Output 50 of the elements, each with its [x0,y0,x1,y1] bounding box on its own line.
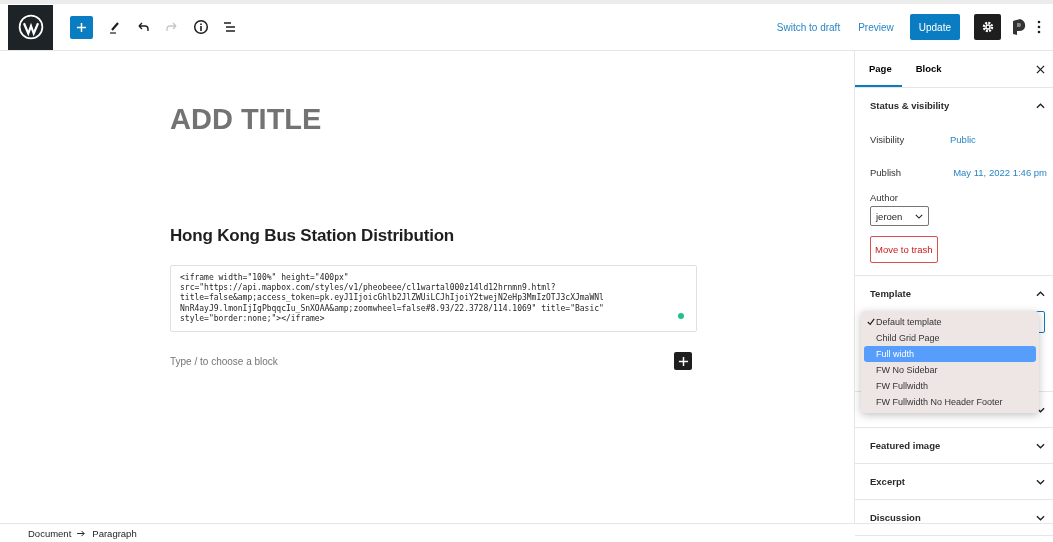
chevron-icon[interactable] [1036,442,1045,449]
template-option[interactable]: Default template [864,314,1036,330]
template-option[interactable]: FW Fullwidth No Header Footer [864,394,1036,410]
sidebar-tab[interactable]: Block [901,51,952,87]
list-view-icon[interactable] [222,19,238,35]
heading: Hong Kong Bus Station Distribution [170,226,456,246]
sidebar-tab[interactable]: Page [855,51,902,87]
chevron-icon [915,213,923,219]
chevron-icon[interactable] [1036,406,1045,413]
code-text: <iframe width="100%" height="400px" src="https://api.mapbox.com/styles/v1/pheobeee/cl1wartal000z14ld12hrnmn9.html? title=false&amp;access_token=pk.eyJ1IjoicGhlb2JlZWUiLCJhIjoiY2twejN2eHp3MmIzOTJ3cXJmaWNl NnR4ayJ9.lmonIjIgPbqqcIu_SnXOAA&amp;zoomwheel=false#8.93/22.3728/114.1069" title="Basic" style="border:none;"></iframe> [180,273,604,324]
field-label: Publish [870,167,903,178]
panel-title[interactable]: Featured image [870,440,941,451]
plus-icon [76,21,87,33]
html-code-block[interactable] [170,265,697,332]
template-option[interactable]: Child Grid Page [864,330,1036,346]
plugin-logo-icon[interactable] [1011,18,1027,36]
arrow-icon [77,529,87,537]
publish-date-link[interactable]: May 11, 2022 1:46 pm [953,167,1047,178]
title-placeholder[interactable]: ADD TITLE [170,103,697,136]
more-options-icon[interactable] [1037,19,1041,35]
breadcrumb-link[interactable]: Paragraph [92,527,137,539]
panel-title[interactable]: Discussion [870,512,921,523]
template-option[interactable]: FW No Sidebar [864,362,1036,378]
update-button[interactable]: Update [909,14,960,40]
chevron-icon[interactable] [1036,514,1045,521]
plus-icon [677,355,689,367]
panel-title[interactable]: Excerpt [870,476,905,487]
panel-title[interactable]: Template [870,288,911,299]
status-dot-icon [678,313,684,319]
panel-title[interactable]: Status & visibility [870,100,950,111]
wordpress-logo-button[interactable] [8,4,53,50]
field-label: Author [870,192,899,203]
visibility-link[interactable]: Public [950,134,976,145]
move-to-trash-button[interactable]: Move to trash [870,236,938,263]
chevron-icon[interactable] [1036,102,1045,109]
author-select[interactable]: jeroen [870,206,929,226]
settings-icon [980,20,995,34]
switch-to-draft-button[interactable]: Switch to draft [772,21,845,33]
settings-button[interactable] [974,14,1001,40]
breadcrumb-link[interactable]: Document [28,527,72,539]
info-icon[interactable] [193,19,209,35]
template-option[interactable]: FW Fullwidth [864,378,1036,394]
block-placeholder[interactable]: Type / to choose a block [170,355,278,367]
chevron-icon[interactable] [1036,290,1045,297]
add-block-button[interactable] [674,352,692,370]
preview-button[interactable]: Preview [854,21,898,33]
close-icon[interactable] [1036,64,1045,74]
chevron-icon[interactable] [1036,478,1045,485]
wordpress-logo-icon [17,14,44,40]
field-label: Visibility [870,134,906,145]
